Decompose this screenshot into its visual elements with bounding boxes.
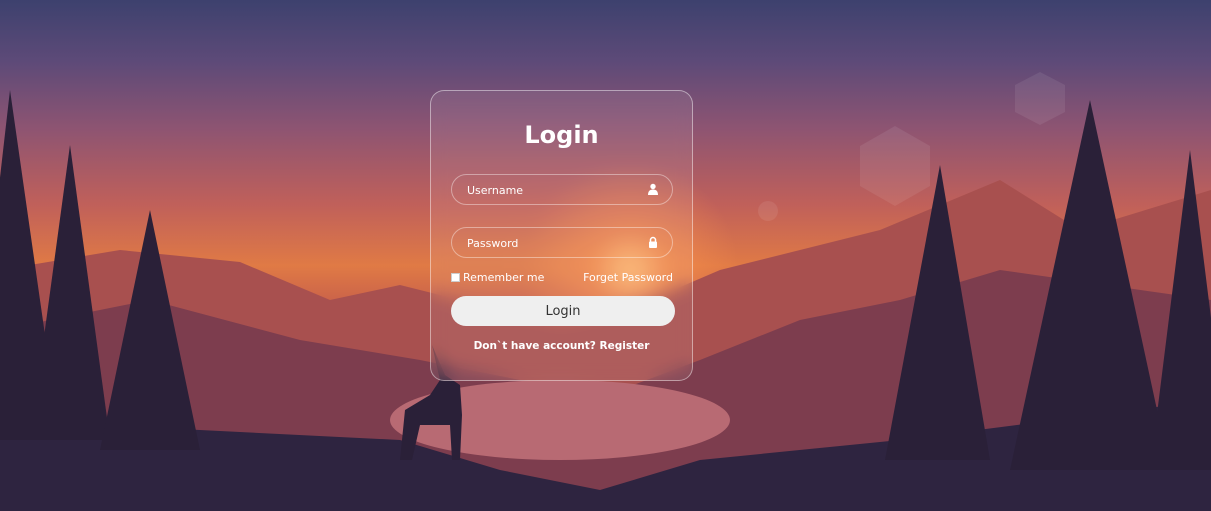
username-field[interactable] bbox=[451, 174, 673, 206]
login-button[interactable]: Login bbox=[451, 296, 675, 326]
options-row: Remember me Forget Password bbox=[451, 271, 673, 284]
hexagon-decor bbox=[1015, 72, 1065, 125]
lock-icon bbox=[649, 236, 657, 248]
register-link[interactable]: Register bbox=[600, 340, 650, 352]
password-field[interactable] bbox=[451, 227, 673, 259]
register-text: Don`t have account? bbox=[473, 340, 596, 352]
password-input[interactable] bbox=[465, 228, 649, 259]
hexagon-decor bbox=[860, 126, 930, 206]
login-card: Login Remember me Forget Password Login … bbox=[430, 90, 693, 381]
remember-label: Remember me bbox=[463, 271, 545, 284]
remember-checkbox[interactable] bbox=[451, 273, 460, 282]
register-prompt: Don`t have account? Register bbox=[431, 340, 692, 352]
remember-me[interactable]: Remember me bbox=[451, 271, 544, 284]
forgot-password-link[interactable]: Forget Password bbox=[583, 271, 673, 284]
username-input[interactable] bbox=[465, 175, 649, 206]
login-title: Login bbox=[524, 121, 599, 149]
user-icon bbox=[648, 183, 658, 195]
